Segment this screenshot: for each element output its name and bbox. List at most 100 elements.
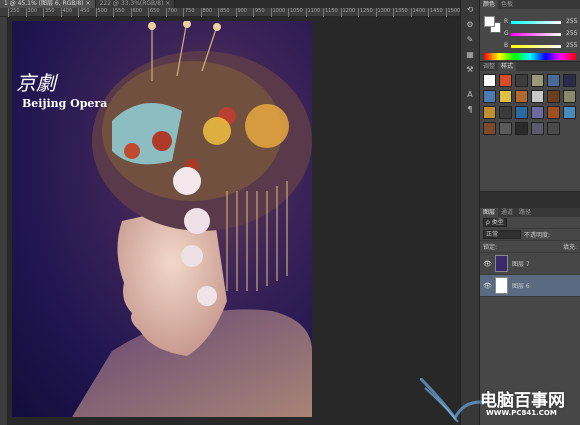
tab-paths[interactable]: 路径 xyxy=(516,208,534,217)
styles-panel: 调整 样式 xyxy=(480,62,580,192)
ruler-tick: 750 xyxy=(183,8,195,17)
artwork-image: 京劇 Beijing Opera xyxy=(12,21,312,417)
style-swatch[interactable] xyxy=(547,122,560,135)
red-value[interactable]: 255 xyxy=(566,18,577,25)
document-tab-label: 222 @ 33.3%(RGB/8) xyxy=(99,0,164,7)
style-swatch[interactable] xyxy=(515,122,528,135)
adjust-icon[interactable]: ▦ xyxy=(464,49,476,60)
layer-name[interactable]: 图层 6 xyxy=(512,281,530,290)
brush-icon[interactable]: ✎ xyxy=(464,34,476,45)
ruler-tick: 850 xyxy=(218,8,230,17)
ruler-tick: 600 xyxy=(130,8,142,17)
color-panel-tabs: 颜色 色板 xyxy=(480,0,580,9)
layer-row[interactable]: 👁 图层 6 xyxy=(480,275,580,297)
document-tab-label: 1 @ 45.1% (图层 6, RGB/8) xyxy=(4,0,84,7)
green-channel-row: G 255 xyxy=(504,30,580,39)
style-swatch[interactable] xyxy=(563,106,576,119)
ruler-tick: 1200 xyxy=(340,8,355,17)
style-swatch[interactable] xyxy=(531,74,544,87)
style-swatch[interactable] xyxy=(499,122,512,135)
tab-adjustments[interactable]: 调整 xyxy=(480,62,498,71)
blend-row: 正常 不透明度: xyxy=(480,229,580,241)
style-swatch[interactable] xyxy=(499,74,512,87)
character-icon[interactable]: A xyxy=(464,89,476,100)
style-swatch-grid xyxy=(483,74,579,135)
ruler-tick: 650 xyxy=(148,8,160,17)
blue-slider[interactable] xyxy=(511,45,561,48)
document-tab-bar: 1 @ 45.1% (图层 6, RGB/8) × 222 @ 33.3%(RG… xyxy=(0,0,460,8)
style-swatch[interactable] xyxy=(515,74,528,87)
opacity-label: 不透明度: xyxy=(524,232,551,239)
properties-icon[interactable]: ⚙ xyxy=(464,19,476,30)
visibility-eye-icon[interactable]: 👁 xyxy=(483,282,492,290)
ruler-tick: 1500 xyxy=(445,8,460,17)
tab-channels[interactable]: 通道 xyxy=(498,208,516,217)
green-label: G xyxy=(504,30,509,37)
ruler-tick: 1050 xyxy=(288,8,303,17)
style-swatch[interactable] xyxy=(547,106,560,119)
style-swatch[interactable] xyxy=(483,74,496,87)
style-swatch[interactable] xyxy=(547,74,560,87)
style-swatch[interactable] xyxy=(483,122,496,135)
ruler-tick: 1250 xyxy=(358,8,373,17)
canvas-area[interactable]: 京劇 Beijing Opera xyxy=(8,17,460,425)
style-swatch[interactable] xyxy=(499,106,512,119)
tab-color[interactable]: 颜色 xyxy=(480,0,499,9)
vertical-ruler xyxy=(0,17,8,425)
layer-row[interactable]: 👁 图层 7 xyxy=(480,253,580,275)
style-swatch[interactable] xyxy=(515,90,528,103)
ruler-tick: 1450 xyxy=(428,8,443,17)
layer-filter-select[interactable]: ρ 类型 xyxy=(483,218,507,227)
style-swatch[interactable] xyxy=(563,90,576,103)
history-icon[interactable]: ⟲ xyxy=(464,4,476,15)
layer-list: 👁 图层 7 👁 图层 6 xyxy=(480,253,580,297)
ruler-tick: 350 xyxy=(43,8,55,17)
style-swatch[interactable] xyxy=(531,122,544,135)
document-tab-222[interactable]: 222 @ 33.3%(RGB/8) × xyxy=(95,0,176,8)
tab-close-icon[interactable]: × xyxy=(86,0,91,7)
tab-close-icon[interactable]: × xyxy=(165,0,170,7)
panel-dock: 颜色 色板 R 255 G 255 B 255 调整 样式 图层 通道 路径 ρ… xyxy=(480,0,580,425)
ruler-tick: 1000 xyxy=(270,8,285,17)
style-swatch[interactable] xyxy=(531,90,544,103)
ruler-tick: 800 xyxy=(200,8,212,17)
ruler-tick: 1400 xyxy=(410,8,425,17)
red-channel-row: R 255 xyxy=(504,18,580,27)
blend-mode-select[interactable]: 正常 xyxy=(483,230,521,239)
style-swatch[interactable] xyxy=(531,106,544,119)
visibility-eye-icon[interactable]: 👁 xyxy=(483,260,492,268)
style-swatch[interactable] xyxy=(499,90,512,103)
style-swatch[interactable] xyxy=(483,90,496,103)
green-slider[interactable] xyxy=(511,33,561,36)
document-tab-1[interactable]: 1 @ 45.1% (图层 6, RGB/8) × xyxy=(0,0,96,8)
ruler-tick: 400 xyxy=(60,8,72,17)
red-slider[interactable] xyxy=(511,21,561,24)
tool-preset-icon[interactable]: ⚒ xyxy=(464,64,476,75)
lock-label: 锁定: xyxy=(483,244,498,251)
color-spectrum-bar[interactable] xyxy=(484,53,576,60)
style-swatch[interactable] xyxy=(547,90,560,103)
style-swatch[interactable] xyxy=(563,74,576,87)
paragraph-icon[interactable]: ¶ xyxy=(464,104,476,115)
layer-thumbnail xyxy=(495,255,508,272)
green-value[interactable]: 255 xyxy=(566,30,577,37)
blue-value[interactable]: 255 xyxy=(566,42,577,49)
tab-swatches[interactable]: 色板 xyxy=(498,0,516,9)
ruler-tick: 900 xyxy=(235,8,247,17)
style-swatch[interactable] xyxy=(483,106,496,119)
foreground-color-swatch[interactable] xyxy=(484,16,495,27)
ruler-tick: 450 xyxy=(78,8,90,17)
red-label: R xyxy=(504,18,509,25)
artwork-title-english: Beijing Opera xyxy=(22,97,108,110)
ruler-tick: 1150 xyxy=(323,8,338,17)
panel-icon-strip: ⟲ ⚙ ✎ ▦ ⚒ A ¶ xyxy=(460,0,480,425)
watermark-text: 电脑百事网 xyxy=(480,391,565,411)
layer-name[interactable]: 图层 7 xyxy=(512,259,530,268)
layers-panel-tabs: 图层 通道 路径 xyxy=(480,208,580,217)
tab-styles[interactable]: 样式 xyxy=(498,62,517,71)
ruler-tick: 1350 xyxy=(393,8,408,17)
tab-layers[interactable]: 图层 xyxy=(480,208,499,217)
layer-filter-row: ρ 类型 xyxy=(480,217,580,229)
style-swatch[interactable] xyxy=(515,106,528,119)
layer-thumbnail xyxy=(495,277,508,294)
